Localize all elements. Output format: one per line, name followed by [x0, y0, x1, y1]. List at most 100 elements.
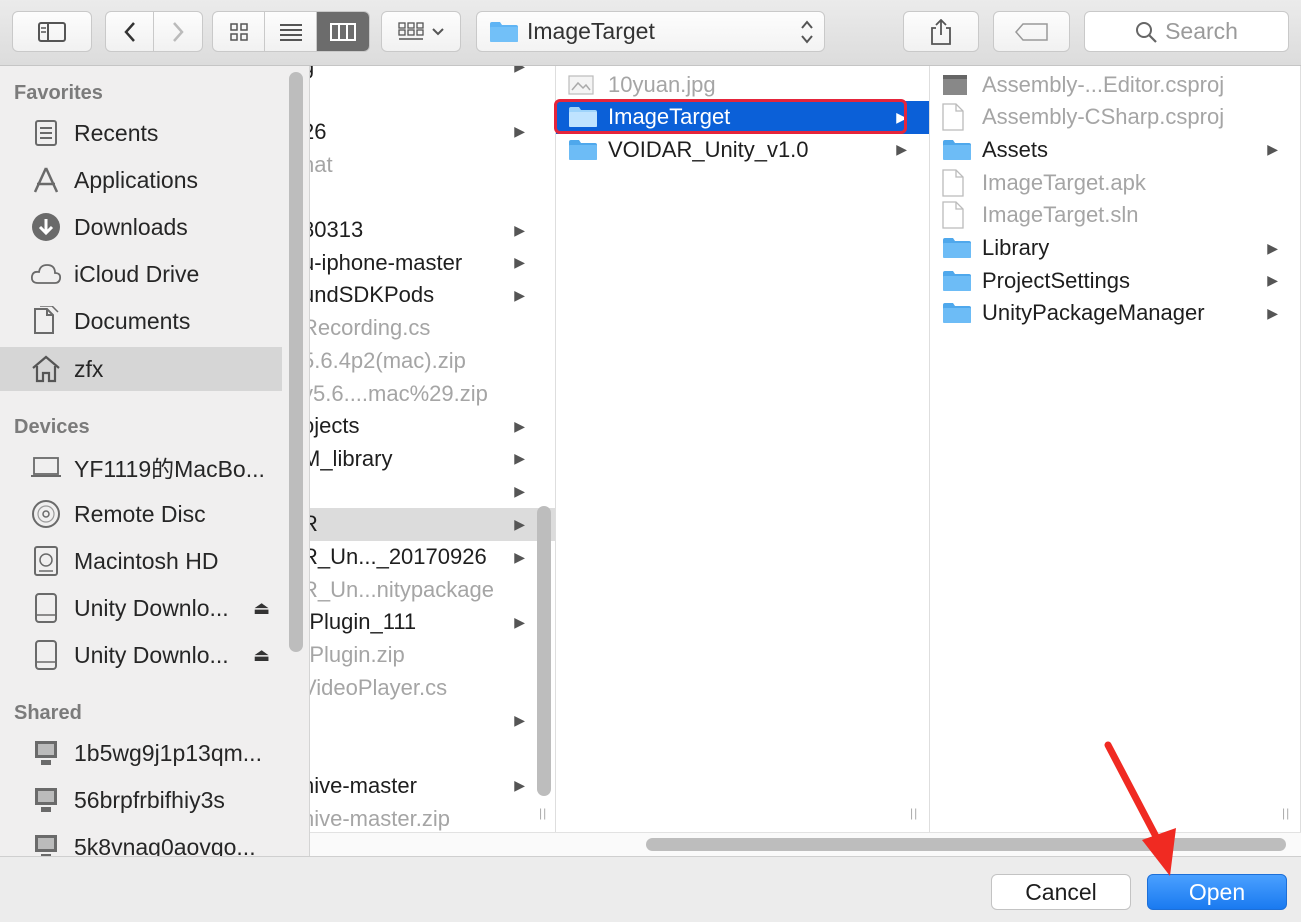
sidebar-item-downloads[interactable]: Downloads	[0, 205, 282, 249]
sidebar-item-label: 5k8vnag0aovgo...	[74, 833, 256, 857]
item-label: 10yuan.jpg	[608, 71, 716, 97]
disclosure-arrow-icon: ▶	[1267, 141, 1278, 158]
list-item[interactable]: 80313 ▶	[310, 214, 555, 247]
icon-view-button[interactable]	[213, 12, 265, 51]
list-item[interactable]: R_Un..._20170926 ▶	[310, 541, 555, 574]
red-arrow-annotation	[1104, 741, 1176, 876]
list-item[interactable]: VideoPlayer.cs	[310, 671, 555, 704]
column-preview: Assembly-...Editor.csproj Assembly-CSharp…	[930, 66, 1301, 832]
share-button[interactable]	[903, 11, 979, 52]
list-item[interactable]: 10yuan.jpg	[556, 68, 929, 101]
list-item[interactable]: g▶	[310, 66, 555, 83]
folder-icon	[942, 270, 972, 292]
list-view-button[interactable]	[265, 12, 317, 51]
arrange-button[interactable]	[381, 11, 461, 52]
path-popup[interactable]: ImageTarget	[476, 11, 825, 52]
list-item[interactable]: UnityPackageManager ▶	[930, 297, 1300, 330]
sidebar-item-remote-disc[interactable]: Remote Disc	[0, 492, 282, 536]
item-label: R	[310, 511, 318, 537]
sidebar-item-macbook[interactable]: YF1119的MacBo...	[0, 445, 282, 489]
list-item[interactable]: undSDKPods ▶	[310, 279, 555, 312]
list-item[interactable]: -Plugin_111 ▶	[310, 606, 555, 639]
list-item[interactable]: R_Un...nitypackage	[310, 573, 555, 606]
list-item[interactable]: 5.6.4p2(mac).zip	[310, 344, 555, 377]
list-item[interactable]: ojects ▶	[310, 410, 555, 443]
sidebar-item-documents[interactable]: Documents	[0, 299, 282, 343]
list-item[interactable]: ProjectSettings ▶	[930, 264, 1300, 297]
document-icon	[942, 201, 972, 229]
documents-icon	[30, 305, 62, 337]
list-item[interactable]: -Plugin.zip	[310, 639, 555, 672]
back-forward-control	[105, 11, 203, 52]
tags-button[interactable]	[993, 11, 1070, 52]
eject-icon[interactable]: ⏏	[253, 645, 270, 666]
list-item[interactable]: Assembly-CSharp.csproj	[930, 101, 1300, 134]
horizontal-scroll-thumb[interactable]	[646, 838, 1286, 851]
eject-icon[interactable]: ⏏	[253, 598, 270, 619]
item-label: -Plugin.zip	[310, 642, 405, 668]
list-item[interactable]: ▶	[310, 475, 555, 508]
item-label: ojects	[310, 413, 360, 439]
list-item[interactable]: Assembly-...Editor.csproj	[930, 68, 1300, 101]
devices-heading: Devices	[14, 416, 90, 438]
sidebar-item-label: 1b5wg9j1p13qm...	[74, 739, 262, 766]
home-icon	[30, 353, 62, 385]
sidebar-item-zfx[interactable]: zfx	[0, 347, 282, 391]
list-item[interactable]: u-iphone-master ▶	[310, 246, 555, 279]
column-view-button[interactable]	[317, 12, 369, 51]
disclosure-arrow-icon: ▶	[514, 548, 525, 565]
disclosure-arrow-icon: ▶	[514, 66, 525, 74]
list-item[interactable]	[310, 737, 555, 770]
back-button[interactable]	[106, 12, 154, 51]
sidebar: Favorites Recents Applications Downloads…	[0, 66, 310, 856]
list-item[interactable]: hive-master ▶	[310, 769, 555, 802]
item-label: ImageTarget.apk	[982, 169, 1146, 195]
up-down-chevron-icon	[801, 20, 813, 44]
list-item[interactable]	[310, 181, 555, 214]
search-field[interactable]: Search	[1084, 11, 1289, 52]
sidebar-item-shared-3[interactable]: 5k8vnag0aovgo...	[0, 825, 282, 856]
list-item[interactable]: y5.6....mac%29.zip	[310, 377, 555, 410]
sidebar-item-icloud-drive[interactable]: iCloud Drive	[0, 252, 282, 296]
sidebar-item-shared-2[interactable]: 56brpfrbifhiy3s	[0, 778, 282, 822]
sidebar-item-label: Recents	[74, 119, 159, 146]
column-parent-scrollbar[interactable]	[537, 506, 551, 796]
forward-button[interactable]	[154, 12, 202, 51]
item-label: hive-master.zip	[310, 805, 450, 831]
column-resize-grip[interactable]: ||	[910, 806, 918, 820]
column-resize-grip[interactable]: ||	[539, 806, 547, 820]
sidebar-item-recents[interactable]: Recents	[0, 111, 282, 155]
list-item[interactable]: ImageTarget.apk	[930, 166, 1300, 199]
list-item[interactable]: VOIDAR_Unity_v1.0 ▶	[556, 133, 929, 166]
disclosure-arrow-icon: ▶	[514, 221, 525, 238]
sidebar-item-applications[interactable]: Applications	[0, 158, 282, 202]
list-item[interactable]: ImageTarget.sln	[930, 199, 1300, 232]
sidebar-item-shared-1[interactable]: 1b5wg9j1p13qm...	[0, 731, 282, 775]
list-item[interactable]: M_library ▶	[310, 442, 555, 475]
sidebar-item-unity-download-1[interactable]: Unity Downlo... ⏏	[0, 586, 282, 630]
sidebar-toggle-button[interactable]	[12, 11, 92, 52]
sidebar-item-label: iCloud Drive	[74, 260, 200, 287]
item-label: 26	[310, 118, 327, 144]
list-icon	[279, 23, 302, 41]
item-label: R_Un..._20170926	[310, 544, 487, 569]
list-item[interactable]: hive-master.zip	[310, 802, 555, 832]
sidebar-item-unity-download-2[interactable]: Unity Downlo... ⏏	[0, 633, 282, 677]
path-label: ImageTarget	[527, 18, 655, 44]
list-item[interactable]: Library ▶	[930, 232, 1300, 265]
list-item[interactable]: Assets ▶	[930, 133, 1300, 166]
list-item[interactable]	[310, 83, 555, 116]
list-item[interactable]: Recording.cs	[310, 312, 555, 345]
sidebar-item-macintosh-hd[interactable]: Macintosh HD	[0, 539, 282, 583]
list-item[interactable]: hat	[310, 148, 555, 181]
network-computer-icon	[30, 784, 62, 816]
list-item[interactable]: 26 ▶	[310, 115, 555, 148]
folder-icon	[942, 139, 972, 161]
column-resize-grip[interactable]: ||	[1282, 806, 1290, 820]
list-item[interactable]: ▶	[310, 704, 555, 737]
sidebar-item-label: Documents	[74, 307, 191, 334]
sidebar-scrollbar[interactable]	[289, 72, 303, 652]
selected-parent-item[interactable]: R▶	[310, 507, 555, 541]
sidebar-item-label: 56brpfrbifhiy3s	[74, 786, 225, 813]
sidebar-item-label: Applications	[74, 166, 199, 193]
